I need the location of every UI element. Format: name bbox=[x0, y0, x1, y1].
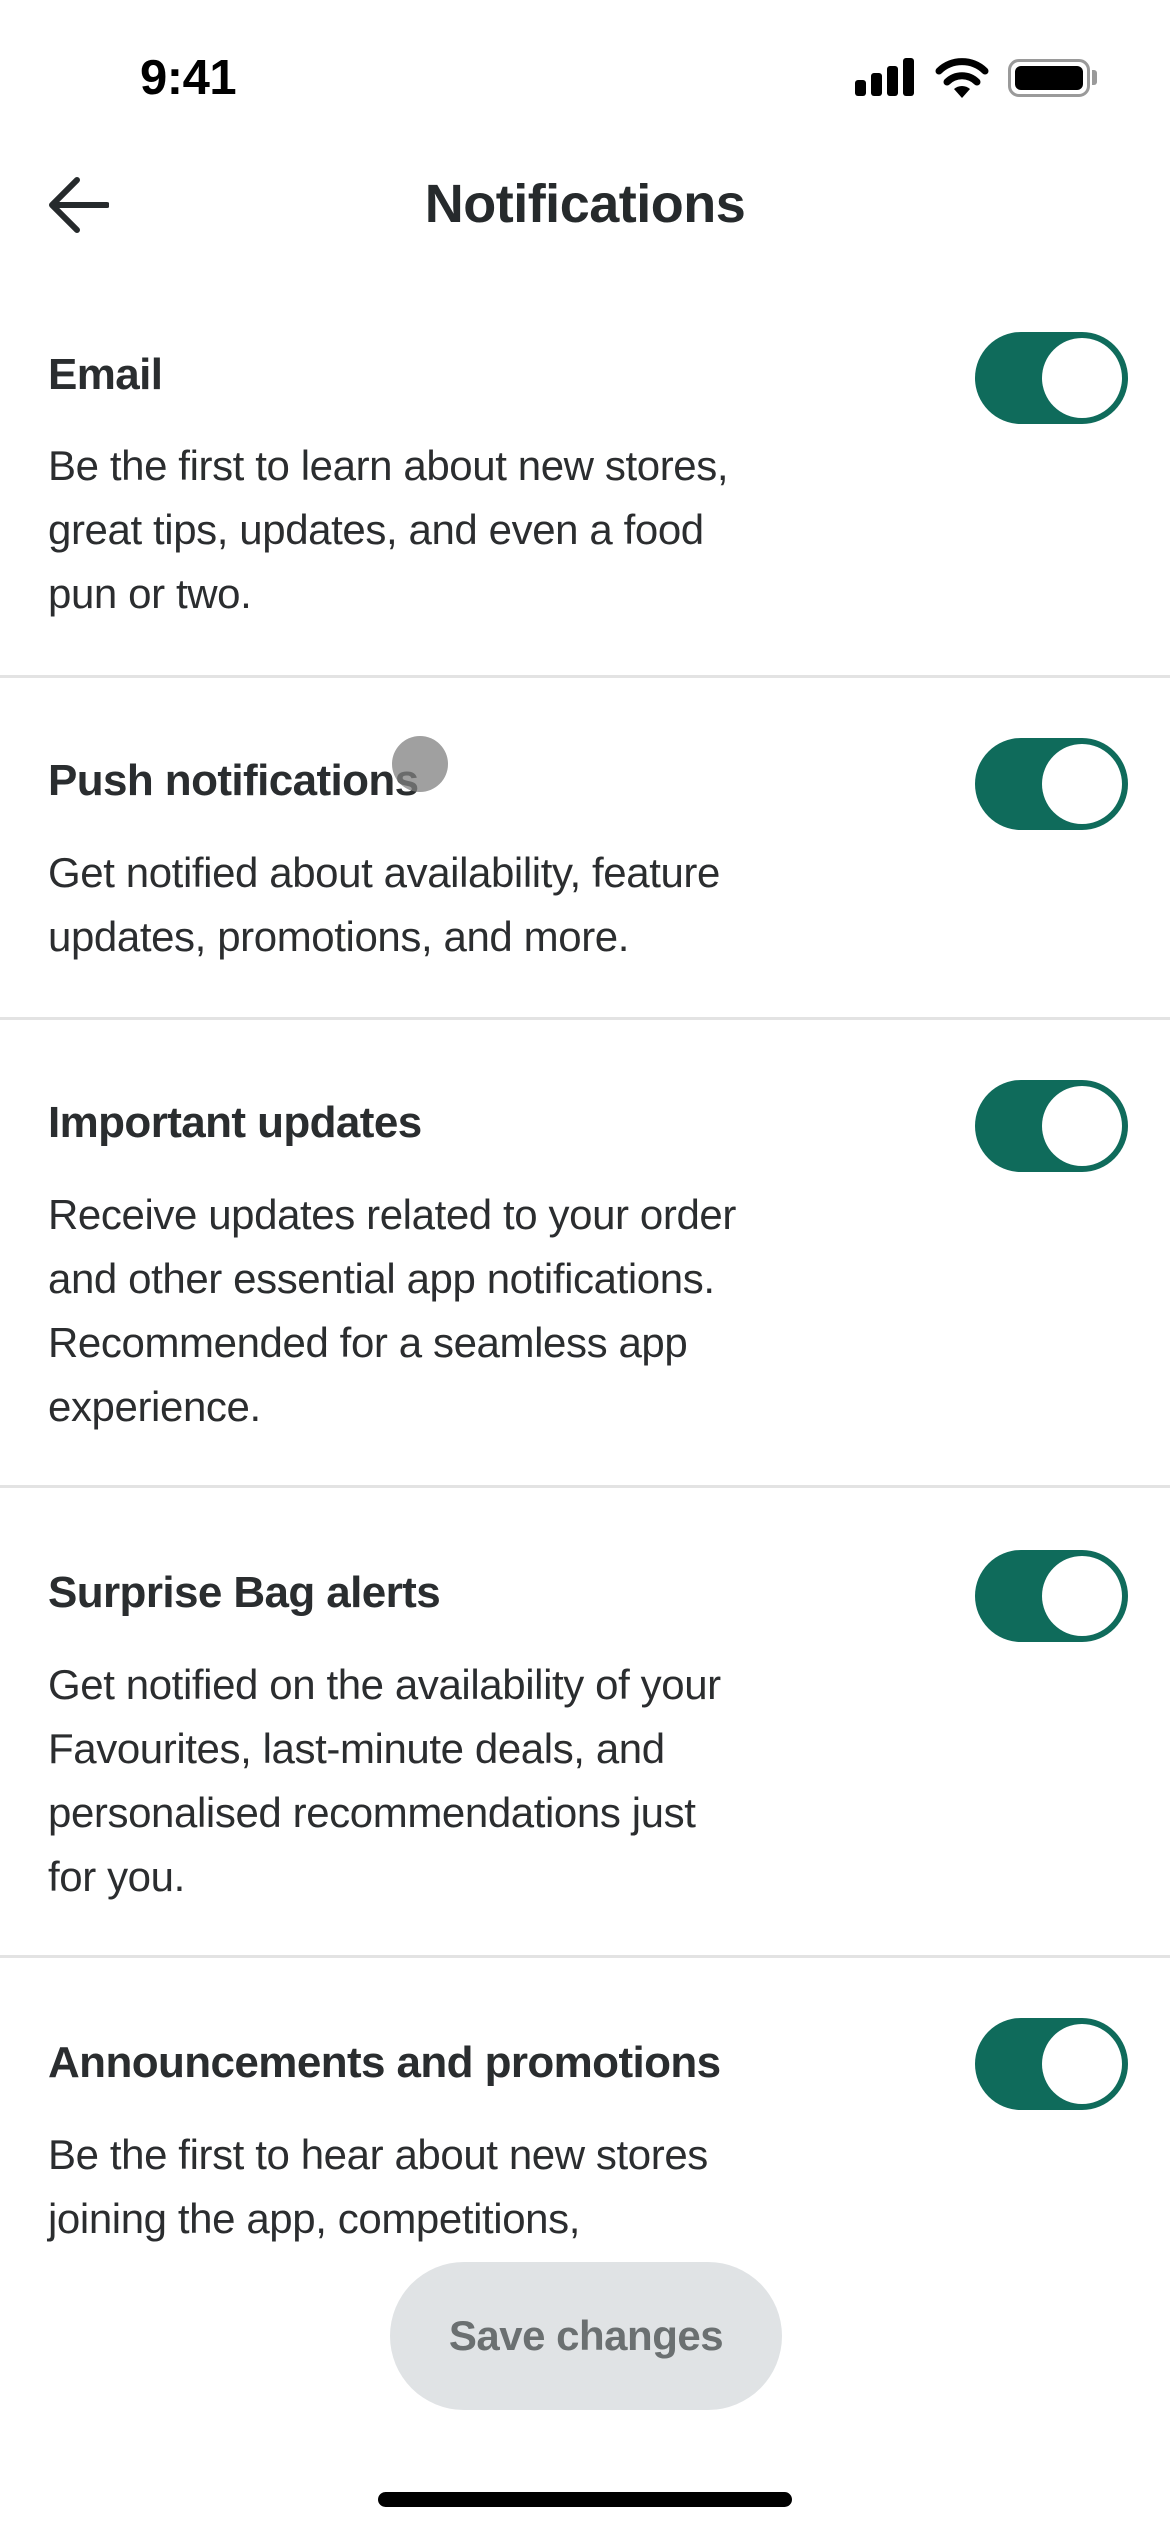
wifi-icon bbox=[935, 58, 989, 98]
setting-surprise-bag-alerts: Surprise Bag alerts Get notified on the … bbox=[0, 1488, 1170, 1958]
setting-title: Push notifications bbox=[48, 756, 419, 805]
setting-title: Announcements and promotions bbox=[48, 2038, 721, 2087]
cellular-signal-icon bbox=[855, 58, 915, 96]
announcements-and-promotions-toggle[interactable] bbox=[975, 2018, 1128, 2110]
email-toggle[interactable] bbox=[975, 332, 1128, 424]
setting-announcements-and-promotions: Announcements and promotions Be the firs… bbox=[0, 1958, 1170, 2262]
footer: Save changes bbox=[0, 2262, 1170, 2532]
notification-settings-list[interactable]: Email Be the first to learn about new st… bbox=[0, 300, 1170, 2262]
setting-description: Be the first to learn about new stores, … bbox=[48, 442, 729, 617]
setting-title: Email bbox=[48, 350, 163, 399]
page-title: Notifications bbox=[424, 174, 746, 234]
toggle-knob bbox=[1042, 744, 1122, 824]
toggle-knob bbox=[1042, 338, 1122, 418]
status-time: 9:41 bbox=[140, 51, 237, 105]
toggle-knob bbox=[1042, 1556, 1122, 1636]
status-bar: 9:41 bbox=[0, 0, 1170, 140]
setting-push-notifications: Push notifications Get notified about av… bbox=[0, 678, 1170, 1020]
setting-description: Get notified about availability, feature… bbox=[48, 849, 720, 960]
setting-title: Surprise Bag alerts bbox=[48, 1568, 441, 1617]
toggle-knob bbox=[1042, 1086, 1122, 1166]
battery-nub bbox=[1092, 70, 1097, 85]
setting-description: Be the first to hear about new stores jo… bbox=[48, 2131, 708, 2242]
setting-description: Receive updates related to your order an… bbox=[48, 1191, 736, 1430]
setting-email: Email Be the first to learn about new st… bbox=[0, 300, 1170, 678]
battery-icon bbox=[1008, 59, 1090, 97]
surprise-bag-alerts-toggle[interactable] bbox=[975, 1550, 1128, 1642]
setting-important-updates: Important updates Receive updates relate… bbox=[0, 1020, 1170, 1488]
push-notifications-toggle[interactable] bbox=[975, 738, 1128, 830]
setting-title: Important updates bbox=[48, 1098, 422, 1147]
important-updates-toggle[interactable] bbox=[975, 1080, 1128, 1172]
setting-description: Get notified on the availability of your… bbox=[48, 1661, 721, 1900]
save-changes-button[interactable]: Save changes bbox=[390, 2262, 782, 2410]
home-indicator[interactable] bbox=[378, 2492, 792, 2507]
toggle-knob bbox=[1042, 2024, 1122, 2104]
